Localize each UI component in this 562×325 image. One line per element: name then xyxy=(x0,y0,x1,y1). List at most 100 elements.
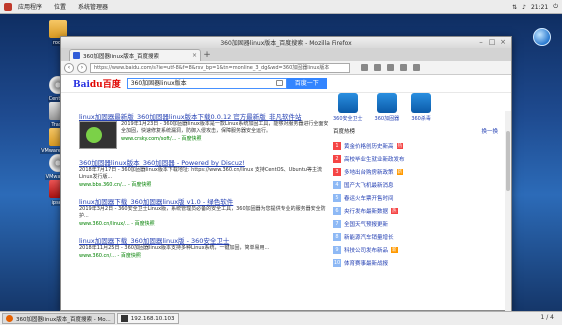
hot-list-item[interactable]: 2 高校毕业生就业新政发布 xyxy=(333,152,498,165)
hot-rank: 7 xyxy=(333,219,341,228)
menu-system[interactable]: 系统管理器 xyxy=(72,2,114,11)
bookmark-icon[interactable] xyxy=(374,64,381,71)
related-app[interactable]: 360加固器 xyxy=(375,93,399,122)
result-title[interactable]: linux加固器最新版_360加固器linux版本下载0.0.12 官方最新版_… xyxy=(79,111,329,121)
related-app[interactable]: 360安全卫士 xyxy=(333,93,363,122)
hot-rank: 8 xyxy=(333,232,341,241)
firefox-icon xyxy=(6,315,13,322)
tab-bar: 360加固器linux版本_百度搜索 × + xyxy=(61,48,511,61)
result-desc: 2018年11月25日 - 360加固器linux版本支持多种Linux系统，一… xyxy=(79,245,270,251)
power-icon[interactable]: ⏻ xyxy=(553,3,558,11)
hot-item-text: 体育赛事最新战报 xyxy=(344,260,389,267)
hot-list-item[interactable]: 9 科技公司发布新品新 xyxy=(333,243,498,256)
hot-item-text: 全国天气预报更新 xyxy=(344,221,389,228)
hot-list-header: 百度热榜 换一换 xyxy=(333,127,498,135)
hot-item-text: 高校毕业生就业新政发布 xyxy=(344,156,405,163)
hot-list-item[interactable]: 7 全国天气预报更新 xyxy=(333,217,498,230)
forward-icon[interactable]: › xyxy=(77,62,87,73)
home-icon[interactable] xyxy=(400,64,407,71)
url-bar[interactable]: https://www.baidu.com/s?ie=utf-8&f=8&rsv… xyxy=(90,62,350,73)
hot-rank: 2 xyxy=(333,154,341,163)
result-title[interactable]: linux加固器下载_360加固器linux版 - 360安全卫士 xyxy=(79,235,329,245)
hot-list-item[interactable]: 6 央行发布最新数据热 xyxy=(333,204,498,217)
result-title[interactable]: linux加固器下载_360加固器linux版 v1.0 - 绿色软件 xyxy=(79,196,329,206)
hot-rank: 5 xyxy=(333,193,341,202)
hot-rank: 3 xyxy=(333,167,341,176)
window-titlebar[interactable]: 360加固器linux版本_百度搜索 - Mozilla Firefox – □… xyxy=(61,37,511,48)
baidu-favicon-icon xyxy=(73,52,80,59)
hot-list-item[interactable]: 5 春运火车票开售时间 xyxy=(333,191,498,204)
hot-rank: 6 xyxy=(333,206,341,215)
hot-item-text: 央行发布最新数据 xyxy=(344,208,389,215)
related-app[interactable]: 360杀毒 xyxy=(411,93,432,122)
result-url[interactable]: www.360.cn/linux/... - 百度快照 xyxy=(79,220,329,227)
hot-list-item[interactable]: 8 新能源汽车销量增长 xyxy=(333,230,498,243)
globe-icon[interactable] xyxy=(533,28,551,46)
hot-item-text: 多地出台购房新政策 xyxy=(344,169,394,176)
hot-item-tag: 热 xyxy=(391,207,398,214)
hot-rank: 9 xyxy=(333,245,341,254)
related-apps: 360安全卫士 360加固器 360杀毒 xyxy=(333,93,498,122)
download-icon[interactable] xyxy=(387,64,394,71)
hot-item-tag: 新 xyxy=(391,246,398,253)
workspace-pager[interactable]: 1 / 4 xyxy=(541,314,554,321)
reload-icon[interactable] xyxy=(361,64,368,71)
network-icon[interactable]: ⇅ xyxy=(512,4,517,11)
hot-item-tag: 热 xyxy=(396,142,404,149)
hot-list-item[interactable]: 1 黄金价格创历史新高热 xyxy=(333,139,498,152)
baidu-logo[interactable]: Baidu百度 xyxy=(73,77,121,90)
search-results: linux加固器最新版_360加固器linux版本下载0.0.12 官方最新版_… xyxy=(79,111,329,267)
clock[interactable]: 21:21 xyxy=(531,4,548,11)
baidu-header: Baidu百度 360加固器linux版本 百度一下 xyxy=(61,75,511,93)
result-item: linux加固器下载_360加固器linux版 v1.0 - 绿色软件 2019… xyxy=(79,196,329,227)
menu-icon[interactable] xyxy=(413,64,420,71)
back-icon[interactable]: ‹ xyxy=(64,62,74,73)
camera-icon[interactable] xyxy=(275,80,283,86)
result-title[interactable]: 360加固器linux版本_360加固器 - Powered by Discuz… xyxy=(79,157,329,167)
navigation-bar: ‹ › https://www.baidu.com/s?ie=utf-8&f=8… xyxy=(61,61,511,75)
result-item: 360加固器linux版本_360加固器 - Powered by Discuz… xyxy=(79,157,329,188)
hot-list-item[interactable]: 10 体育赛事最新战报 xyxy=(333,256,498,269)
menu-places[interactable]: 位置 xyxy=(48,2,72,11)
tab-baidu-search[interactable]: 360加固器linux版本_百度搜索 × xyxy=(69,49,201,61)
result-thumbnail[interactable] xyxy=(79,121,117,149)
hot-list-refresh[interactable]: 换一换 xyxy=(481,127,498,135)
hot-list-item[interactable]: 4 国产大飞机最新消息 xyxy=(333,178,498,191)
menu-applications[interactable]: 应用程序 xyxy=(12,2,48,11)
result-desc: 2018年7月17日 - 360加固器linux版本下载地址: https://… xyxy=(79,167,322,180)
search-input[interactable]: 360加固器linux版本 xyxy=(126,78,287,89)
taskbar-firefox[interactable]: 360加固器linux版本_百度搜索 - Mo... xyxy=(2,313,115,324)
maximize-icon[interactable]: □ xyxy=(488,38,496,46)
hot-item-tag: 新 xyxy=(396,168,404,175)
bottom-taskbar: 360加固器linux版本_百度搜索 - Mo... 192.168.10.10… xyxy=(0,311,562,325)
close-icon[interactable]: × xyxy=(499,38,507,46)
taskbar-terminal[interactable]: 192.168.10.103 xyxy=(116,313,179,324)
top-panel: 应用程序 位置 系统管理器 ⇅ ♪ 21:21 ⏻ xyxy=(0,0,562,14)
hot-list: 1 黄金价格创历史新高热 2 高校毕业生就业新政发布 3 多地出台购房新政策新 4 国产大飞机… xyxy=(333,139,498,269)
scrollbar-thumb[interactable] xyxy=(506,131,510,191)
hot-list-title: 百度热榜 xyxy=(333,129,356,135)
search-button[interactable]: 百度一下 xyxy=(286,78,327,89)
volume-icon[interactable]: ♪ xyxy=(522,4,526,11)
hot-item-text: 新能源汽车销量增长 xyxy=(344,234,394,241)
app-icon xyxy=(376,93,397,113)
result-url[interactable]: www.bbs.360.cn/... - 百度快照 xyxy=(79,181,329,188)
hot-rank: 4 xyxy=(333,180,341,189)
tab-close-icon[interactable]: × xyxy=(192,52,197,59)
minimize-icon[interactable]: – xyxy=(477,38,485,46)
hot-list-item[interactable]: 3 多地出台购房新政策新 xyxy=(333,165,498,178)
app-icon xyxy=(337,93,358,113)
app-icon xyxy=(411,93,432,113)
new-tab-button[interactable]: + xyxy=(201,49,213,61)
result-item: linux加固器最新版_360加固器linux版本下载0.0.12 官方最新版_… xyxy=(79,111,329,149)
hot-rank: 10 xyxy=(333,258,341,267)
result-item: linux加固器下载_360加固器linux版 - 360安全卫士 2018年1… xyxy=(79,235,329,259)
result-url[interactable]: www.360.cn/... - 百度快照 xyxy=(79,252,329,259)
firefox-window: 360加固器linux版本_百度搜索 - Mozilla Firefox – □… xyxy=(60,36,512,311)
terminal-icon xyxy=(120,315,128,322)
applications-icon[interactable] xyxy=(4,2,12,11)
hot-item-text: 春运火车票开售时间 xyxy=(344,195,394,202)
hot-item-text: 国产大飞机最新消息 xyxy=(344,182,394,189)
page-scrollbar[interactable] xyxy=(505,111,511,311)
hot-rank: 1 xyxy=(333,141,341,150)
